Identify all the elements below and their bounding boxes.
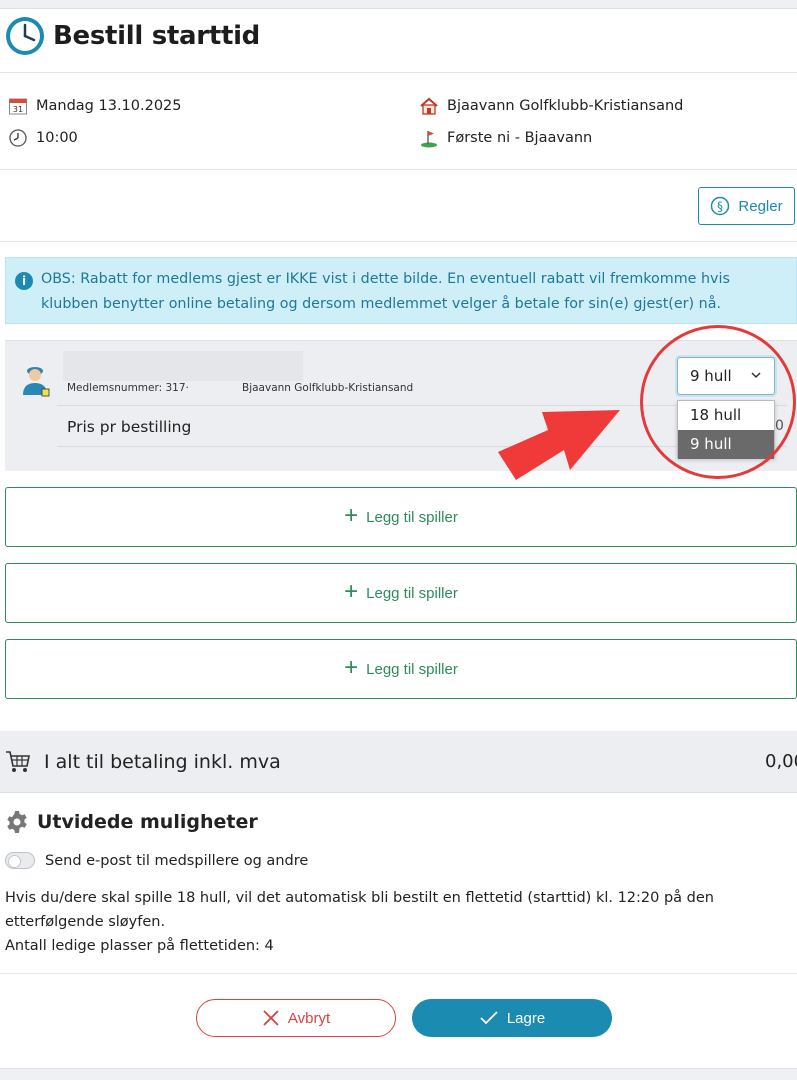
footer-divider [0,973,797,974]
player-name-placeholder [63,351,303,381]
info-icon: i [15,272,33,290]
paragraph-icon: § [711,196,730,216]
price-label: Pris pr bestilling [67,418,192,436]
svg-text:31: 31 [13,105,23,114]
booking-time: 10:00 [36,130,78,146]
plus-icon: + [344,502,359,529]
calendar-icon: 31 [9,98,27,115]
clock-logo-icon [6,17,44,55]
top-strip [0,0,797,9]
check-icon [480,1011,498,1025]
extended-options-header: Utvidede muligheter [5,810,258,834]
rules-button-label: Regler [738,197,783,215]
svg-text:§: § [717,200,723,214]
golf-flag-icon [421,131,437,148]
merge-time-note: Hvis du/dere skal spille 18 hull, vil de… [5,886,795,958]
close-icon [263,1010,279,1026]
annotation-circle [640,325,796,479]
plus-icon: + [344,654,359,681]
booking-info: 31 Mandag 13.10.2025 10:00 Bjaavann Golf… [0,73,797,170]
golfer-avatar-icon [23,367,50,397]
clubhouse-icon [420,97,438,115]
booking-club: Bjaavann Golfklubb-Kristiansand [447,98,684,114]
add-player-label: Legg til spiller [366,508,458,526]
booking-club-row: Bjaavann Golfklubb-Kristiansand [419,96,683,116]
bottom-strip [0,1068,797,1080]
member-number: Medlemsnummer: 317· [67,382,189,394]
clock-icon [9,129,27,147]
player-club: Bjaavann Golfklubb-Kristiansand [242,382,414,394]
email-toggle-label: Send e-post til medspillere og andre [45,852,309,869]
available-spots-text: Antall ledige plasser på flettetiden: 4 [5,938,274,954]
booking-time-row: 10:00 [8,128,78,148]
save-button[interactable]: Lagre [412,999,612,1037]
total-amount: 0,00 [765,751,797,772]
booking-course: Første ni - Bjaavann [447,130,593,146]
booking-date-row: 31 Mandag 13.10.2025 [8,96,182,116]
merge-time-note-text: Hvis du/dere skal spille 18 hull, vil de… [5,890,714,930]
add-player-label: Legg til spiller [366,584,458,602]
rules-row: § Regler [0,170,797,242]
plus-icon: + [344,578,359,605]
discount-notice-text: OBS: Rabatt for medlems gjest er IKKE vi… [41,271,730,312]
email-toggle[interactable] [5,852,35,869]
annotation-arrow-icon [498,410,620,480]
booking-course-row: Første ni - Bjaavann [419,128,592,148]
add-player-button-1[interactable]: + Legg til spiller [5,487,797,547]
total-row: I alt til betaling inkl. mva 0,00 [0,731,797,793]
discount-notice: i OBS: Rabatt for medlems gjest er IKKE … [5,257,797,324]
cancel-button-label: Avbryt [287,1009,331,1027]
save-button-label: Lagre [506,1009,546,1027]
extended-options-title: Utvidede muligheter [37,811,258,833]
add-player-button-3[interactable]: + Legg til spiller [5,639,797,699]
add-player-button-2[interactable]: + Legg til spiller [5,563,797,623]
gear-icon [7,811,27,833]
page-title: Bestill starttid [53,21,260,51]
total-label: I alt til betaling inkl. mva [44,751,281,773]
booking-date: Mandag 13.10.2025 [36,98,182,114]
cancel-button[interactable]: Avbryt [196,999,396,1037]
rules-button[interactable]: § Regler [698,187,795,225]
cart-icon [6,751,30,772]
page-header: Bestill starttid [0,9,797,73]
add-player-label: Legg til spiller [366,660,458,678]
email-toggle-row: Send e-post til medspillere og andre [5,852,308,869]
